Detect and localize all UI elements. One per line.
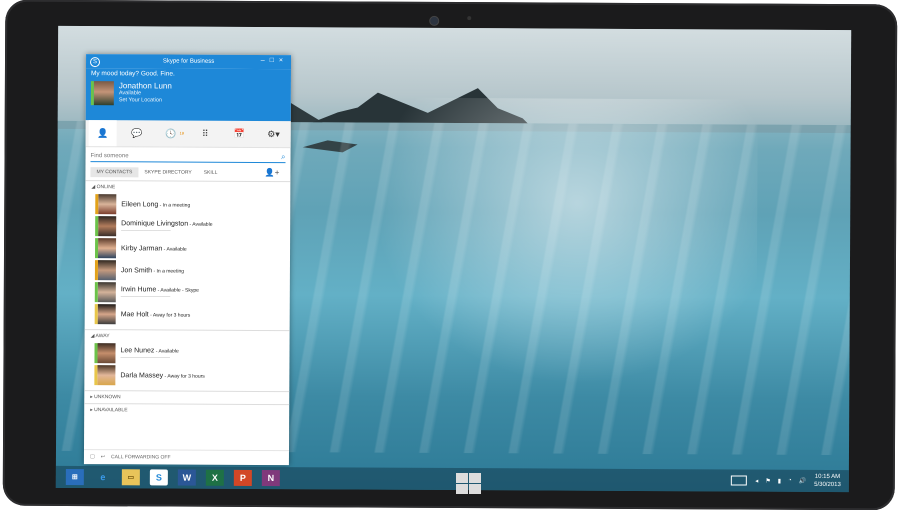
windows-hardware-button-icon[interactable] [456,473,482,495]
group-header-unavailable[interactable]: ▸ UNAVAILABLE [84,403,290,418]
contact-status: Away for 3 hours [167,373,205,380]
word-icon[interactable]: W [177,469,196,486]
contact-view-tabs: MY CONTACTS SKYPE DIRECTORY SKILL 👤+ [90,165,285,179]
tab-skill[interactable]: SKILL [198,167,224,177]
battery-icon[interactable]: ▮ [778,477,781,484]
group-header-online[interactable]: ◢ ONLINE [85,180,291,195]
contact-status: Available [192,221,213,228]
volume-icon[interactable]: 🔊 [799,477,807,484]
user-avatar[interactable] [90,81,114,106]
powerpoint-icon[interactable]: P [233,469,252,486]
user-name: Jonathon Lunn [118,81,172,91]
internet-explorer-icon[interactable]: e [94,469,112,485]
contact-status: Away for 3 hours [152,311,191,319]
file-explorer-icon[interactable]: ▭ [121,469,140,486]
contact-avatar [95,216,117,237]
mood-message[interactable]: My mood today? Good. Fine. [91,70,286,78]
contact-avatar [94,365,116,386]
window-controls[interactable]: –□× [261,57,288,64]
taskbar: ⊞ e ▭ S W X P N ◂ ⚑ ▮ ◔ 🔊 10:15 AM 5/30/… [55,465,849,493]
contact-name: Darla Massey [120,371,164,379]
system-tray: ◂ ⚑ ▮ ◔ 🔊 10:15 AM 5/30/2013 [731,472,841,489]
call-forwarding-status[interactable]: CALL FORWARDING OFF [111,454,171,460]
onenote-icon[interactable]: N [261,469,280,487]
user-location[interactable]: Set Your Location [119,97,172,104]
contact-name: Eileen Long [121,200,159,208]
contact-avatar [94,282,116,303]
window-title: Skype for Business [162,58,215,65]
conversations-tab-icon[interactable]: 💬 [123,128,151,139]
contact-avatar [94,304,116,325]
tab-my-contacts[interactable]: MY CONTACTS [90,166,139,177]
contact-status: In a meeting [162,201,191,209]
contact-row[interactable]: Dominique Livingston - Available ————————… [85,215,290,238]
contact-row[interactable]: Kirby Jarman - Available [85,237,290,260]
contact-row[interactable]: Darla Massey - Away for 3 hours [84,364,289,387]
clock-time: 10:15 AM [814,473,841,481]
flag-icon[interactable]: ⚑ [765,477,770,484]
contact-name: Kirby Jarman [121,244,163,252]
search-field[interactable]: Find someone ⌕ [90,150,286,164]
contact-row[interactable]: Irwin Hume - Available - Skype ——————————… [85,281,290,304]
touch-keyboard-icon[interactable] [731,475,748,486]
skype-titlebar[interactable]: S Skype for Business –□× [85,54,292,70]
settings-gear-icon[interactable]: ⚙▾ [259,128,287,139]
notification-chevron-icon[interactable]: ◂ [755,477,758,484]
search-icon[interactable]: ⌕ [281,152,286,162]
contact-status: Available [166,245,187,253]
contact-name: Jon Smith [120,266,153,274]
skype-footer: 🖵 ↩ CALL FORWARDING OFF [83,449,289,466]
windows-store-icon[interactable]: ⊞ [65,468,84,486]
add-contact-icon[interactable]: 👤+ [259,166,286,179]
contact-avatar [94,260,116,281]
contact-status: In a meeting [156,267,185,275]
present-icon[interactable]: 🖵 [90,454,95,460]
skype-window[interactable]: S Skype for Business –□× My mood today? … [83,54,292,466]
skype-logo-icon: S [89,57,101,68]
call-forward-icon[interactable]: ↩ [101,454,105,460]
contact-row[interactable]: Mae Holt - Away for 3 hours [85,303,290,326]
tab-skype-directory[interactable]: SKYPE DIRECTORY [138,167,197,177]
dialpad-tab-icon[interactable]: ⠿ [191,128,219,139]
contact-name: Mae Holt [120,310,149,318]
contact-row[interactable]: Lee Nunez - Available ——————————— [84,342,289,365]
skype-app-icon[interactable]: S [149,469,168,486]
contact-avatar [94,343,116,364]
contact-avatar [94,238,117,259]
contact-row[interactable]: Eileen Long - In a meeting [85,193,290,216]
meetings-tab-icon[interactable]: 📅 [225,128,253,139]
skype-profile-header: My mood today? Good. Fine. Jonathon Lunn… [85,68,291,122]
group-header-away[interactable]: ◢ AWAY [84,329,290,344]
clock[interactable]: 10:15 AM 5/30/2013 [814,473,841,489]
skype-nav-icons: 👤 💬 🕓 19 ⠿ 📅 ⚙▾ [85,120,291,149]
search-input[interactable]: Find someone [91,153,129,159]
clock-date: 5/30/2013 [814,481,841,489]
contact-avatar [95,194,117,215]
front-camera [429,15,440,26]
desktop-screen: S Skype for Business –□× My mood today? … [55,25,852,493]
excel-icon[interactable]: X [205,469,224,486]
contacts-tab-icon[interactable]: 👤 [88,120,117,147]
recent-tab-icon[interactable]: 🕓 19 [157,128,185,139]
group-header-unknown[interactable]: ▸ UNKNOWN [84,390,290,405]
light-sensor [467,16,472,21]
contact-row[interactable]: Jon Smith - In a meeting [85,259,290,282]
wifi-icon[interactable]: ◔ [788,478,792,484]
